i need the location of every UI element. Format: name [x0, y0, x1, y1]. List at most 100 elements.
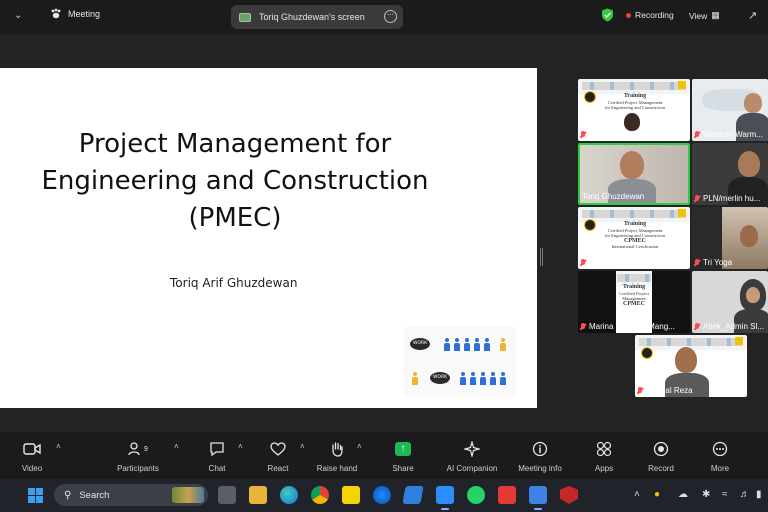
shield-icon[interactable]	[601, 8, 614, 22]
battery-icon[interactable]: ▮	[756, 489, 762, 500]
participants-button[interactable]: 9 Participants ˄	[108, 440, 179, 473]
participant-name-bar: 29124421-Filbert Jonat...	[580, 130, 678, 139]
chevron-up-icon[interactable]: ˄	[634, 489, 640, 500]
wps-office-icon[interactable]	[498, 486, 516, 504]
apps-label: Apps	[594, 464, 614, 473]
participant-head	[744, 93, 762, 113]
poster-line: International Certification	[611, 244, 659, 249]
teamwork-illustration: WORK WORK	[404, 326, 516, 396]
participant-name: PLN/Anung Pandu	[589, 258, 656, 267]
video-button[interactable]: Video ˄	[2, 440, 62, 473]
whatsapp-icon[interactable]	[467, 486, 485, 504]
seal-icon	[641, 347, 653, 359]
wifi-icon[interactable]: ≈	[722, 489, 728, 500]
raise-hand-button[interactable]: Raise hand ˄	[307, 440, 367, 473]
mic-muted-icon	[694, 322, 700, 331]
todo-icon[interactable]	[402, 486, 424, 504]
logo-strip	[617, 274, 651, 282]
shared-screen-tab[interactable]: Toriq Ghuzdewan's screen ⋯	[231, 5, 403, 29]
record-button[interactable]: Record	[631, 440, 691, 473]
chevron-up-icon[interactable]: ˄	[357, 442, 362, 451]
slide-title-line: Project Management for	[78, 129, 392, 159]
grid-icon: ▦	[711, 10, 720, 20]
ai-companion-button[interactable]: AI Companion	[442, 440, 502, 473]
slide-author: Toriq Arif Ghuzdewan	[170, 276, 298, 290]
view-button[interactable]: View ▦	[689, 10, 720, 21]
ai-companion-label: AI Companion	[446, 464, 498, 473]
participant-name: PLN/merlin hu...	[703, 194, 761, 203]
work-label: WORK	[430, 372, 450, 384]
participant-tile[interactable]: Atiek_Admin Sl...	[692, 271, 768, 333]
zoom-window: ⌄ Meeting Toriq Ghuzdewan's screen ⋯ Rec…	[0, 0, 768, 512]
participant-tile[interactable]: Training Certified Project Management fo…	[578, 79, 690, 141]
person-icon	[464, 338, 470, 351]
meeting-info-button[interactable]: Meeting info	[510, 440, 570, 473]
share-button[interactable]: ↑ Share	[373, 440, 433, 473]
cloud-icon[interactable]: ☁	[678, 489, 688, 500]
participant-name: 29124421-Filbert Jonat...	[589, 130, 678, 139]
participant-tile[interactable]: Training Certified Project Management CP…	[578, 271, 690, 333]
split-resize-handle[interactable]	[540, 248, 543, 266]
paw-icon	[51, 8, 61, 19]
active-window-icon[interactable]	[529, 486, 547, 510]
edge-browser-icon[interactable]	[280, 486, 298, 504]
app-icon[interactable]	[373, 486, 391, 504]
recording-dot-icon	[626, 12, 631, 18]
participant-tile[interactable]: Training Certified Project Management fo…	[578, 207, 690, 269]
poster-line: for Engineering and Construction	[604, 105, 666, 110]
share-label: Share	[392, 464, 414, 473]
person-icon	[484, 338, 490, 351]
corner-badge	[678, 81, 686, 89]
logo-strip	[582, 210, 686, 218]
participant-name-bar: Atiek_Admin Sl...	[694, 322, 764, 331]
bluetooth-icon[interactable]: ✱	[702, 489, 710, 500]
file-explorer-icon[interactable]	[249, 486, 267, 504]
chevron-up-icon[interactable]: ˄	[238, 442, 243, 451]
mic-muted-icon	[580, 130, 586, 139]
react-button[interactable]: React ˄	[248, 440, 308, 473]
share-screen-icon: ↑	[373, 440, 433, 458]
participant-name: Atiek_Admin Sl...	[703, 322, 764, 331]
participant-head	[675, 347, 697, 373]
participant-tile-active-speaker[interactable]: Toriq Ghuzdewan	[578, 143, 690, 205]
meeting-menu[interactable]: Meeting	[50, 8, 100, 20]
participant-tile[interactable]: Yanizal Reza	[635, 335, 747, 397]
participant-tile[interactable]: Tri Yoga	[692, 207, 768, 269]
fullscreen-icon[interactable]: ↗	[748, 9, 757, 22]
chevron-up-icon[interactable]: ˄	[56, 442, 61, 451]
more-button[interactable]: More	[690, 440, 750, 473]
chevron-down-icon[interactable]: ⌄	[14, 10, 22, 21]
volume-icon[interactable]: ♬	[740, 489, 750, 500]
corner-badge	[678, 209, 686, 217]
meeting-toolbar: Video ˄ 9 Participants ˄ Chat ˄ React ˄	[0, 432, 768, 479]
slide-title: Project Management for Engineering and C…	[0, 126, 470, 237]
participant-tile[interactable]: PLN/merlin hu...	[692, 143, 768, 205]
recording-indicator[interactable]: Recording	[626, 10, 674, 20]
task-view-icon[interactable]	[218, 486, 236, 504]
chat-label: Chat	[208, 464, 226, 473]
windows-start-icon[interactable]	[28, 488, 44, 504]
participant-name-bar: Warman Warm...	[694, 130, 763, 139]
tray-app-icon[interactable]: ●	[654, 489, 660, 500]
person-icon	[444, 338, 450, 351]
person-icon	[500, 338, 506, 351]
mcafee-icon[interactable]	[560, 486, 578, 504]
chevron-up-icon[interactable]: ˄	[174, 442, 179, 451]
search-icon: ⚲	[64, 489, 72, 501]
logo-strip	[582, 82, 686, 90]
mic-muted-icon	[580, 258, 586, 267]
zoom-app-icon[interactable]	[436, 486, 454, 510]
apps-button[interactable]: Apps	[574, 440, 634, 473]
chrome-browser-icon[interactable]	[311, 486, 329, 504]
sticky-notes-icon[interactable]	[342, 486, 360, 504]
participant-name-bar: Tri Yoga	[694, 258, 732, 267]
more-options-icon[interactable]: ⋯	[384, 10, 397, 23]
meeting-info-label: Meeting info	[518, 464, 562, 473]
taskbar-search[interactable]: ⚲ Search	[54, 484, 208, 506]
participant-tile[interactable]: Warman Warm...	[692, 79, 768, 141]
chevron-up-icon[interactable]: ˄	[300, 442, 305, 451]
shared-slide: Project Management for Engineering and C…	[0, 68, 537, 408]
mic-muted-icon	[637, 386, 643, 395]
chat-button[interactable]: Chat ˄	[187, 440, 247, 473]
sparkle-icon	[442, 440, 502, 458]
